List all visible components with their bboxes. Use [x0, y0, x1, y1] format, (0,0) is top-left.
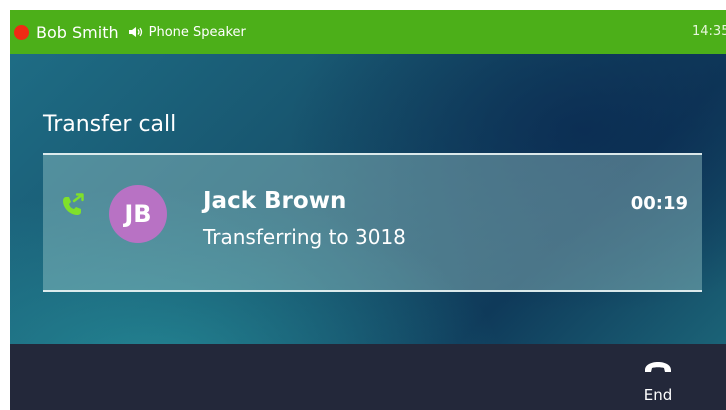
caller-avatar: JB: [109, 185, 167, 243]
softkey-bar: End: [10, 344, 726, 410]
caller-name: Jack Brown: [203, 188, 347, 214]
phone-screen: Bob Smith Phone Speaker 14:35 Transfer c…: [10, 10, 726, 410]
audio-mode-label: Phone Speaker: [148, 24, 246, 40]
speaker-icon: [128, 26, 144, 38]
hang-up-icon: [643, 356, 673, 378]
line-user-name: Bob Smith: [36, 22, 119, 42]
clock: 14:35: [692, 24, 726, 39]
screen-title: Transfer call: [43, 112, 177, 137]
status-bar: Bob Smith Phone Speaker 14:35: [10, 10, 726, 54]
call-duration: 00:19: [630, 193, 688, 214]
end-call-button[interactable]: End: [630, 356, 686, 408]
transfer-call-icon: [60, 192, 86, 222]
end-call-label: End: [643, 386, 673, 404]
active-call-card[interactable]: JB Jack Brown Transferring to 3018 00:19: [43, 153, 702, 292]
call-status-text: Transferring to 3018: [203, 225, 406, 249]
registration-status-dot: [14, 24, 29, 40]
